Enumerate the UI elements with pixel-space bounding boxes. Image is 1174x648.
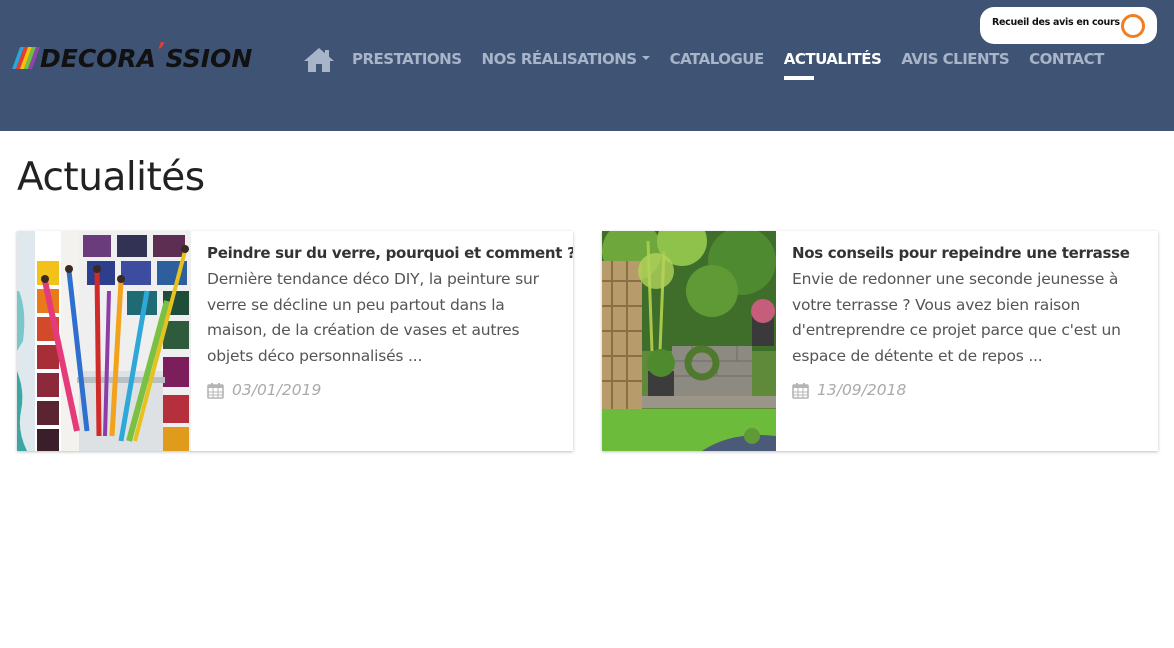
home-icon <box>304 48 334 72</box>
nav-item-label: PRESTATIONS <box>352 50 462 68</box>
article-body: Nos conseils pour repeindre une terrasse… <box>792 241 1147 399</box>
article-date: 03/01/2019 <box>207 381 562 399</box>
article-image-terrace[interactable] <box>602 231 776 451</box>
article-excerpt: Envie de redonner une seconde jeunesse à… <box>792 270 1121 365</box>
nav-item-avis-clients[interactable]: AVIS CLIENTS <box>901 44 1009 76</box>
logo-main: DECORA <box>40 43 157 73</box>
article-card[interactable]: Peindre sur du verre, pourquoi et commen… <box>17 231 573 451</box>
article-excerpt: Dernière tendance déco DIY, la peinture … <box>207 270 539 365</box>
nav-item-nos-realisations[interactable]: NOS RÉALISATIONS <box>482 44 650 76</box>
nav-item-actualites[interactable]: ACTUALITÉS <box>783 44 882 80</box>
article-card[interactable]: Nos conseils pour repeindre une terrasse… <box>602 231 1158 451</box>
review-ring-icon <box>1121 14 1145 38</box>
page-title: Actualités <box>17 155 205 200</box>
article-image-paintbrushes[interactable] <box>17 231 191 451</box>
nav-item-prestations[interactable]: PRESTATIONS <box>352 44 462 76</box>
article-title[interactable]: Nos conseils pour repeindre une terrasse <box>792 241 1147 265</box>
nav-item-catalogue[interactable]: CATALOGUE <box>669 44 765 76</box>
calendar-icon <box>792 382 809 399</box>
nav-item-label: CONTACT <box>1029 50 1104 68</box>
article-body: Peindre sur du verre, pourquoi et commen… <box>207 241 573 399</box>
main-nav: PRESTATIONS NOS RÉALISATIONS CATALOGUE A… <box>302 44 1124 80</box>
article-date-text: 03/01/2019 <box>232 381 322 399</box>
logo-accent: ’ <box>157 37 165 62</box>
nav-home-link[interactable] <box>302 46 336 74</box>
garden-terrace-image <box>602 231 776 451</box>
caret-down-icon <box>641 55 650 60</box>
nav-item-label: ACTUALITÉS <box>783 50 882 68</box>
article-date-text: 13/09/2018 <box>817 381 907 399</box>
review-badge[interactable]: Recueil des avis en cours <box>980 7 1157 44</box>
logo-stripes-icon <box>11 47 42 69</box>
nav-item-label: AVIS CLIENTS <box>901 50 1010 68</box>
site-logo[interactable]: DECORA’SSION <box>11 38 256 76</box>
logo-end: SSION <box>165 43 253 73</box>
article-title[interactable]: Peindre sur du verre, pourquoi et commen… <box>207 241 573 265</box>
paintbrushes-image <box>17 231 191 451</box>
nav-item-label: NOS RÉALISATIONS <box>481 50 638 68</box>
review-badge-text: Recueil des avis en cours <box>992 17 1120 28</box>
site-header: DECORA’SSION PRESTATIONS NOS RÉALISATION… <box>0 0 1174 131</box>
article-date: 13/09/2018 <box>792 381 1147 399</box>
nav-item-label: CATALOGUE <box>669 50 765 68</box>
nav-item-contact[interactable]: CONTACT <box>1029 44 1104 76</box>
calendar-icon <box>207 382 224 399</box>
logo-text: DECORA’SSION <box>40 38 253 73</box>
